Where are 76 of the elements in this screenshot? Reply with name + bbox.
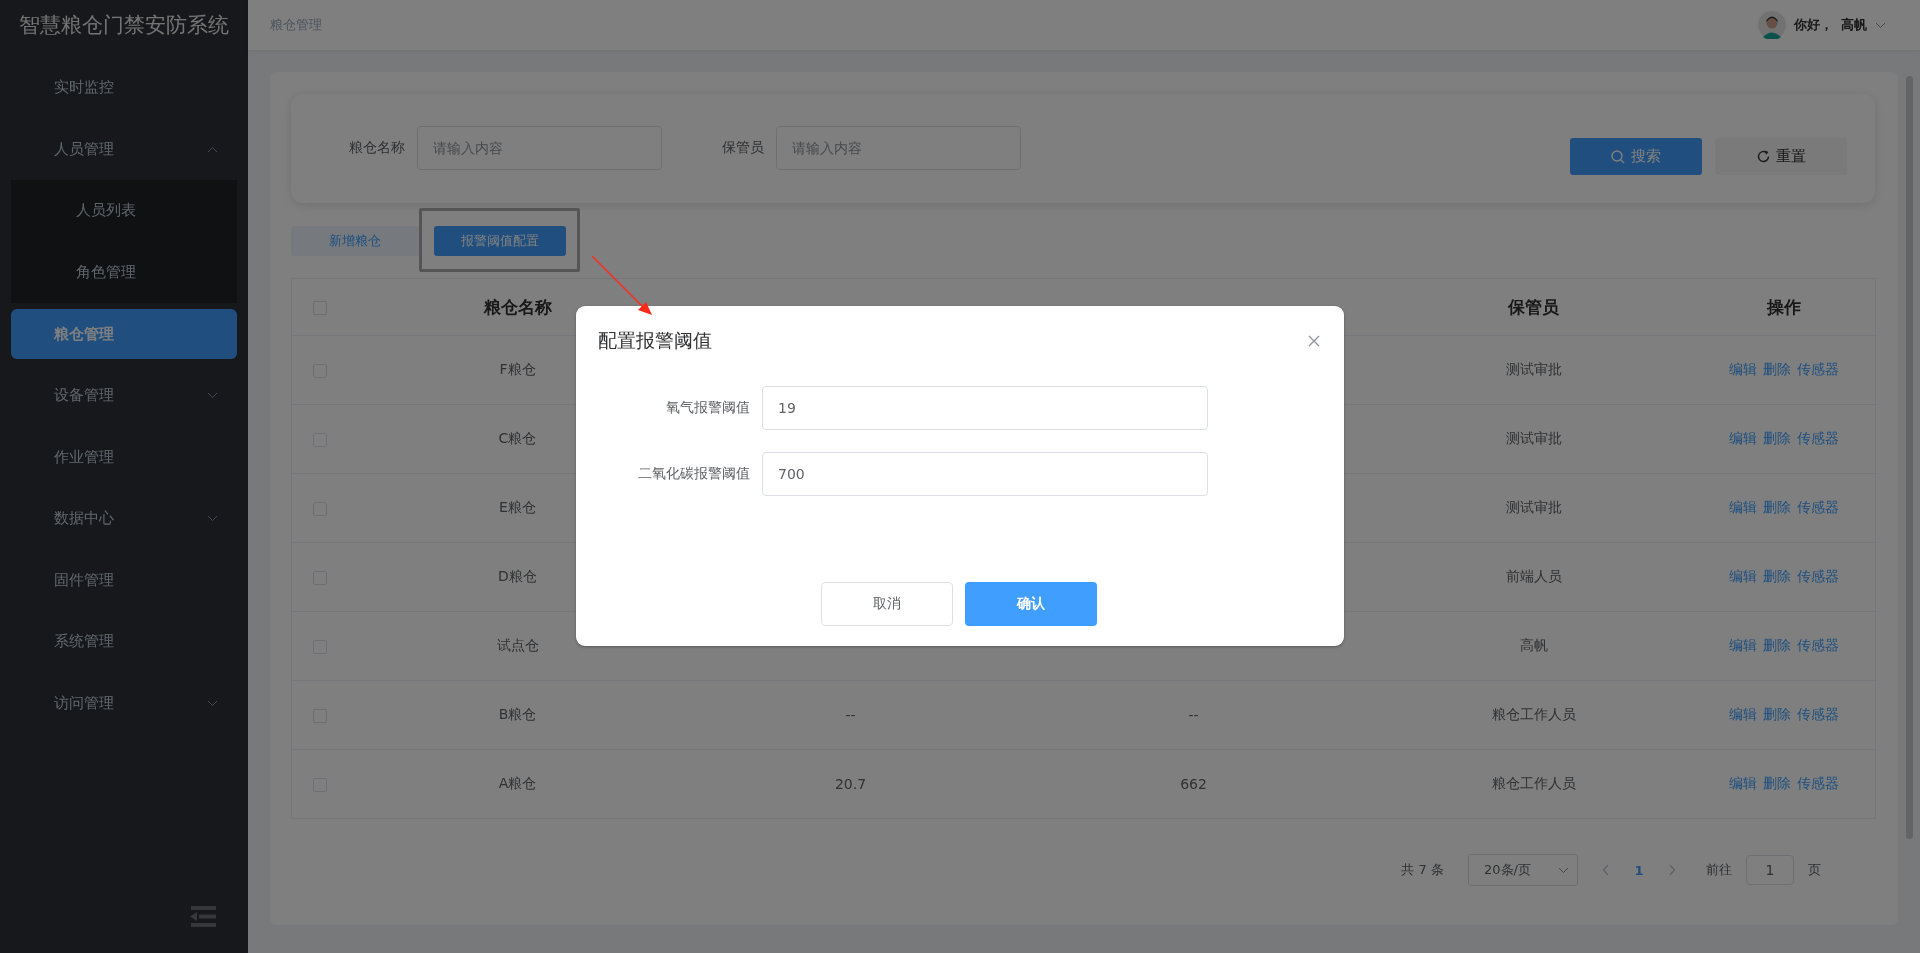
sidebar-item[interactable]: 粮仓管理 bbox=[11, 309, 237, 359]
greeting: 你好， bbox=[1794, 16, 1833, 34]
table-link[interactable]: 传感器 bbox=[1797, 706, 1840, 722]
close-icon[interactable] bbox=[1308, 335, 1320, 347]
sidebar-item[interactable]: 人员列表 bbox=[11, 180, 237, 242]
table-cell: 测试审批 bbox=[1373, 404, 1694, 474]
table-link[interactable]: 传感器 bbox=[1797, 430, 1840, 446]
table-cell: B粮仓 bbox=[347, 680, 688, 750]
table-link[interactable]: 传感器 bbox=[1797, 361, 1840, 377]
page-unit-label: 页 bbox=[1808, 861, 1821, 879]
column-header: 操作 bbox=[1693, 278, 1876, 336]
refresh-icon bbox=[1756, 150, 1770, 163]
table-link[interactable]: 删除 bbox=[1763, 775, 1792, 791]
page-input[interactable]: 1 bbox=[1746, 855, 1794, 885]
avatar[interactable] bbox=[1758, 11, 1786, 39]
table-cell: 测试审批 bbox=[1373, 335, 1694, 405]
user-name[interactable]: 高帆 bbox=[1841, 16, 1867, 34]
annotation-arrow bbox=[590, 254, 654, 316]
search-icon bbox=[1611, 149, 1625, 164]
sidebar-item[interactable]: 固件管理 bbox=[0, 549, 248, 611]
app-title: 智慧粮仓门禁安防系统 bbox=[18, 12, 230, 39]
sidebar-item[interactable]: 设备管理 bbox=[0, 365, 248, 427]
table-link[interactable]: 删除 bbox=[1763, 499, 1792, 515]
table-cell: 粮仓工作人员 bbox=[1373, 749, 1694, 819]
table-link[interactable]: 传感器 bbox=[1797, 775, 1840, 791]
table-link[interactable]: 编辑 bbox=[1729, 706, 1758, 722]
table-cell: -- bbox=[1013, 680, 1374, 750]
field-label: 粮仓名称 bbox=[349, 139, 405, 157]
table-cell: 粮仓工作人员 bbox=[1373, 680, 1694, 750]
table-link[interactable]: 编辑 bbox=[1729, 430, 1758, 446]
table-cell: 高帆 bbox=[1373, 611, 1694, 681]
table-link[interactable]: 编辑 bbox=[1729, 637, 1758, 653]
table-cell: -- bbox=[687, 680, 1014, 750]
table-link[interactable]: 传感器 bbox=[1797, 568, 1840, 584]
action-button[interactable]: 报警阈值配置 bbox=[434, 226, 566, 256]
table-link[interactable]: 编辑 bbox=[1729, 775, 1758, 791]
page-size-select[interactable]: 20条/页 bbox=[1468, 854, 1578, 886]
sidebar-item[interactable]: 人员管理 bbox=[0, 118, 248, 180]
table-link[interactable]: 编辑 bbox=[1729, 568, 1758, 584]
table-link[interactable]: 编辑 bbox=[1729, 361, 1758, 377]
input-field[interactable]: 19 bbox=[762, 386, 1208, 430]
sidebar-item[interactable]: 实时监控 bbox=[0, 57, 248, 119]
next-page-icon[interactable] bbox=[1668, 864, 1676, 876]
cancel-button[interactable]: 取消 bbox=[821, 582, 953, 626]
table-link[interactable]: 删除 bbox=[1763, 568, 1792, 584]
table-link[interactable]: 传感器 bbox=[1797, 637, 1840, 653]
table-cell: 前端人员 bbox=[1373, 542, 1694, 612]
sidebar-item[interactable]: 系统管理 bbox=[0, 611, 248, 673]
total-count: 共 7 条 bbox=[1401, 861, 1444, 879]
table-cell: 测试审批 bbox=[1373, 473, 1694, 543]
table-link[interactable]: 删除 bbox=[1763, 430, 1792, 446]
input-field[interactable]: 700 bbox=[762, 452, 1208, 496]
page-number[interactable]: 1 bbox=[1624, 862, 1654, 878]
goto-label: 前往 bbox=[1706, 861, 1732, 879]
table-link[interactable]: 删除 bbox=[1763, 637, 1792, 653]
sidebar-item[interactable]: 数据中心 bbox=[0, 488, 248, 550]
collapse-menu-icon[interactable] bbox=[190, 906, 216, 927]
table-link[interactable]: 删除 bbox=[1763, 706, 1792, 722]
sidebar-item[interactable]: 角色管理 bbox=[11, 241, 237, 303]
prev-page-icon[interactable] bbox=[1602, 864, 1610, 876]
table-link[interactable]: 传感器 bbox=[1797, 499, 1840, 515]
field-label: 保管员 bbox=[722, 139, 764, 157]
table-cell: 662 bbox=[1013, 749, 1374, 819]
table-link[interactable]: 删除 bbox=[1763, 361, 1792, 377]
reset-button[interactable]: 重置 bbox=[1715, 138, 1847, 175]
sidebar-item[interactable]: 访问管理 bbox=[0, 672, 248, 734]
table-cell: A粮仓 bbox=[347, 749, 688, 819]
confirm-button[interactable]: 确认 bbox=[965, 582, 1097, 626]
table-link[interactable]: 编辑 bbox=[1729, 499, 1758, 515]
column-header: 保管员 bbox=[1373, 278, 1694, 336]
action-button[interactable]: 新增粮仓 bbox=[291, 226, 419, 256]
table-cell: 20.7 bbox=[687, 749, 1014, 819]
dropdown-icon bbox=[1875, 21, 1886, 29]
sidebar-item[interactable]: 作业管理 bbox=[0, 426, 248, 488]
chevron-icon bbox=[1558, 866, 1569, 874]
search-button[interactable]: 搜索 bbox=[1570, 138, 1702, 175]
